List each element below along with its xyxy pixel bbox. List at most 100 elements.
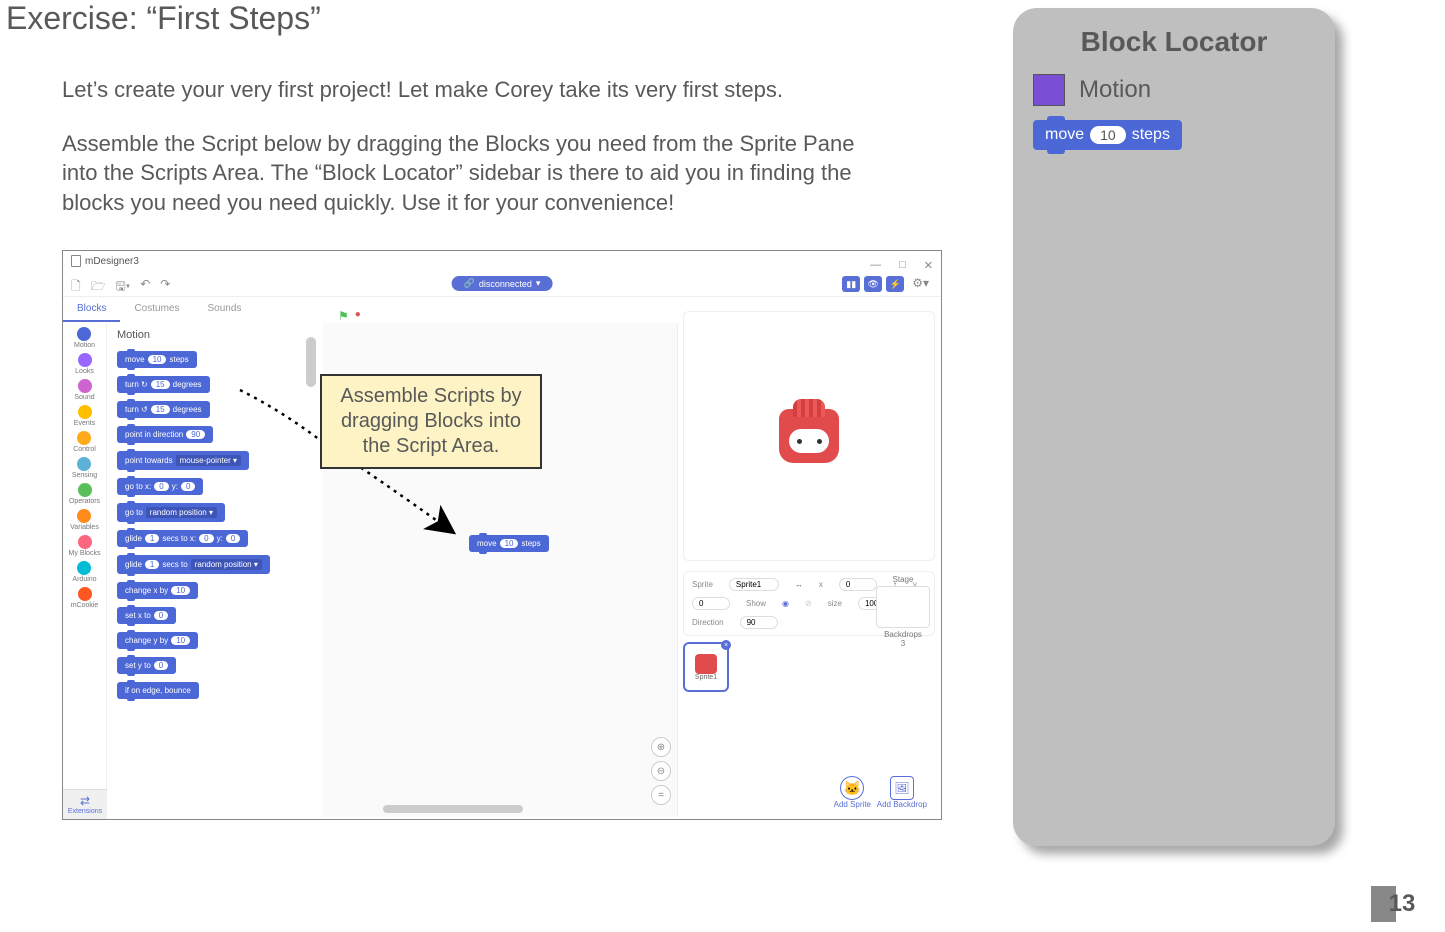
category-events[interactable]: Events	[74, 405, 95, 427]
minimize-icon[interactable]: ―	[870, 259, 881, 272]
category-dot-icon	[77, 431, 91, 445]
palette-block[interactable]: go to random position ▾	[117, 503, 225, 522]
block-value[interactable]: 10	[500, 539, 519, 548]
palette-block[interactable]: turn ↺ 15 degrees	[117, 401, 210, 418]
palette-block[interactable]: change x by 10	[117, 582, 198, 599]
sprite-name-input[interactable]	[729, 578, 779, 591]
app-screenshot: mDesigner3 ― □ ✕ 🗋 🗁 🖫▾ ↶ ↷ 🔗 disconnect…	[62, 250, 942, 820]
sidebar-block-pre: move	[1045, 126, 1084, 144]
run-controls: ⚑ ●	[338, 309, 361, 323]
category-dot-icon	[77, 561, 91, 575]
tab-costumes[interactable]: Costumes	[120, 297, 193, 322]
block-locator-sidebar: Block Locator Motion move 10 steps	[1013, 8, 1335, 846]
category-variables[interactable]: Variables	[70, 509, 99, 531]
palette-scrollbar[interactable]	[306, 337, 316, 387]
intro-paragraph-1: Let’s create your very first project! Le…	[62, 75, 892, 105]
settings-icon[interactable]: ⚙▾	[908, 276, 933, 292]
extensions-button[interactable]: ⇄ Extensions	[63, 789, 107, 819]
category-dot-icon	[77, 509, 91, 523]
palette-block[interactable]: point in direction 90	[117, 426, 213, 443]
connection-status[interactable]: 🔗 disconnected ▾	[452, 276, 553, 291]
new-file-icon[interactable]: 🗋	[71, 277, 81, 298]
x-input[interactable]	[839, 578, 877, 591]
category-looks[interactable]: Looks	[75, 353, 94, 375]
x-icon: ↔	[795, 580, 803, 589]
palette-block[interactable]: set y to 0	[117, 657, 176, 674]
category-label: Variables	[70, 524, 99, 531]
sprite-thumbnail[interactable]: × Sprite1	[683, 642, 729, 692]
category-sound[interactable]: Sound	[74, 379, 94, 401]
sprite-label: Sprite	[692, 580, 713, 589]
maximize-icon[interactable]: □	[899, 259, 906, 272]
zoom-out-icon[interactable]: ⊖	[651, 761, 671, 781]
palette-block[interactable]: go to x: 0 y: 0	[117, 478, 203, 495]
palette-block[interactable]: glide 1 secs to random position ▾	[117, 555, 270, 574]
add-backdrop-button[interactable]: 🖼 Add Backdrop	[877, 776, 927, 809]
script-move-block[interactable]: move 10 steps	[469, 535, 549, 552]
sidebar-category: Motion	[1033, 74, 1315, 106]
page-number: 13	[1389, 890, 1416, 918]
block-list: Motion move 10 steps turn ↻ 15 degrees tur…	[111, 323, 311, 703]
y-input[interactable]	[692, 597, 730, 610]
show-on-icon[interactable]: ◉	[782, 599, 789, 608]
show-off-icon[interactable]: ⊘	[805, 599, 812, 608]
category-dot-icon	[78, 379, 92, 393]
show-label: Show	[746, 599, 766, 608]
add-sprite-button[interactable]: 🐱 Add Sprite	[834, 776, 871, 809]
save-icon[interactable]: 🖫▾	[116, 277, 131, 298]
category-my-blocks[interactable]: My Blocks	[69, 535, 101, 557]
editor-tabs: Blocks Costumes Sounds	[63, 297, 255, 322]
palette-block[interactable]: set x to 0	[117, 607, 176, 624]
block-list-title: Motion	[117, 329, 311, 341]
category-control[interactable]: Control	[73, 431, 96, 453]
palette-block[interactable]: point towards mouse-pointer ▾	[117, 451, 249, 470]
palette-block[interactable]: change y by 10	[117, 632, 198, 649]
palette-block[interactable]: move 10 steps	[117, 351, 197, 368]
sidebar-move-block: move 10 steps	[1033, 120, 1182, 150]
direction-input[interactable]	[740, 616, 778, 629]
category-label: Sensing	[72, 472, 97, 479]
connection-text: disconnected	[479, 279, 532, 289]
layout-button[interactable]: ▮▮	[842, 276, 860, 292]
file-icon	[71, 255, 81, 267]
category-motion[interactable]: Motion	[74, 327, 95, 349]
category-label: Looks	[75, 368, 94, 375]
category-sensing[interactable]: Sensing	[72, 457, 97, 479]
redo-icon[interactable]: ↷	[160, 277, 170, 298]
palette-block[interactable]: glide 1 secs to x: 0 y: 0	[117, 530, 248, 547]
category-operators[interactable]: Operators	[69, 483, 100, 505]
sprite-thumbnails: × Sprite1	[683, 642, 935, 692]
green-flag-icon[interactable]: ⚑	[338, 309, 349, 323]
category-mcookie[interactable]: mCookie	[71, 587, 99, 609]
category-label: Operators	[69, 498, 100, 505]
tab-blocks[interactable]: Blocks	[63, 297, 120, 322]
add-backdrop-label: Add Backdrop	[877, 800, 927, 809]
script-scrollbar[interactable]	[383, 805, 523, 813]
category-label: Arduino	[72, 576, 96, 583]
tab-sounds[interactable]: Sounds	[193, 297, 255, 322]
stop-icon[interactable]: ●	[355, 309, 361, 323]
delete-sprite-icon[interactable]: ×	[721, 640, 731, 650]
open-folder-icon[interactable]: 🗁	[91, 277, 106, 298]
zoom-reset-icon[interactable]: =	[651, 785, 671, 805]
extensions-label: Extensions	[68, 808, 102, 815]
zoom-in-icon[interactable]: ⊕	[651, 737, 671, 757]
stage-thumbnail[interactable]	[876, 586, 930, 628]
category-label: mCookie	[71, 602, 99, 609]
sidebar-title: Block Locator	[1033, 26, 1315, 58]
category-arduino[interactable]: Arduino	[72, 561, 96, 583]
speed-button[interactable]: ⚡	[886, 276, 904, 292]
size-label: size	[828, 599, 842, 608]
close-icon[interactable]: ✕	[924, 259, 933, 272]
category-dot-icon	[77, 457, 91, 471]
zoom-controls: ⊕ ⊖ =	[651, 737, 671, 805]
sprite-character[interactable]	[779, 409, 839, 463]
palette-block[interactable]: turn ↻ 15 degrees	[117, 376, 210, 393]
view-button[interactable]: 👁	[864, 276, 882, 292]
window-controls[interactable]: ― □ ✕	[870, 259, 933, 272]
undo-icon[interactable]: ↶	[140, 277, 150, 298]
page-number-badge: 13	[1371, 886, 1421, 922]
palette-block[interactable]: if on edge, bounce	[117, 682, 199, 699]
stage-column: Stage Backdrops 3	[875, 575, 931, 648]
intro-paragraph-2: Assemble the Script below by dragging th…	[62, 129, 892, 218]
